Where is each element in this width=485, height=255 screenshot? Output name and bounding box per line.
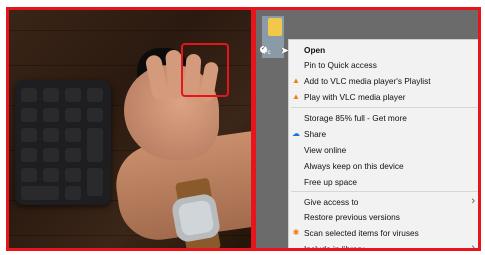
- context-menu-item-label: Storage 85% full - Get more: [304, 113, 407, 123]
- context-menu-item-view-online[interactable]: View online: [289, 143, 478, 158]
- context-menu-item-share[interactable]: ☁ Share: [289, 127, 478, 142]
- numeric-keypad: [15, 80, 111, 205]
- photo-panel-frame: [6, 7, 254, 251]
- folder-icon[interactable]: [268, 18, 282, 36]
- mouse-button-highlight: [181, 43, 229, 97]
- context-menu: Open Pin to Quick access ▲ Add to VLC media…: [288, 39, 478, 251]
- context-menu-item-include-in-library[interactable]: Include in library ›: [289, 242, 478, 251]
- context-menu-item-label: View online: [304, 145, 347, 155]
- context-menu-item-label: Scan selected items for viruses: [304, 228, 419, 238]
- context-menu-item-give-access-to[interactable]: Give access to ›: [289, 195, 478, 210]
- chevron-right-icon: ›: [471, 195, 475, 207]
- context-menu-item-label: Play with VLC media player: [304, 92, 406, 102]
- onedrive-cloud-icon: ☁: [292, 129, 300, 138]
- context-menu-item-scan-selected-items-for-viruses[interactable]: ✱ Scan selected items for viruses: [289, 226, 478, 241]
- smartwatch: [170, 192, 222, 244]
- context-menu-item-label: Give access to: [304, 197, 359, 207]
- chevron-right-icon: ›: [471, 242, 475, 251]
- context-menu-item-pin-to-quick-access[interactable]: Pin to Quick access: [289, 58, 478, 73]
- context-menu-item-label: Pin to Quick access: [304, 60, 377, 70]
- context-menu-item-free-up-space[interactable]: Free up space: [289, 175, 478, 190]
- context-menu-item-label: Restore previous versions: [304, 212, 400, 222]
- context-menu-item-restore-previous-versions[interactable]: Restore previous versions: [289, 210, 478, 225]
- context-menu-item-open[interactable]: Open: [289, 43, 478, 58]
- scan-virus-icon: ✱: [292, 228, 300, 237]
- context-menu-item-label: Add to VLC media player's Playlist: [304, 76, 431, 86]
- context-menu-item-play-with-vlc-media-player[interactable]: ▲ Play with VLC media player: [289, 90, 478, 105]
- context-menu-item-always-keep-on-this-device[interactable]: Always keep on this device: [289, 159, 478, 174]
- vlc-cone-icon: ▲: [292, 92, 300, 101]
- context-menu-item-storage-85-full-get-more[interactable]: Storage 85% full - Get more: [289, 111, 478, 126]
- context-menu-item-label: Free up space: [304, 177, 358, 187]
- menu-separator: [291, 191, 478, 192]
- sync-check-icon: ✓: [260, 46, 267, 53]
- screenshot-panel-frame: Fc ✓ ➤ Open Pin to Quick access ▲ Add to VL…: [253, 7, 481, 251]
- context-menu-item-add-to-vlc-media-player-s-playlist[interactable]: ▲ Add to VLC media player's Playlist: [289, 74, 478, 89]
- context-menu-item-label: Always keep on this device: [304, 161, 404, 171]
- vlc-cone-icon: ▲: [292, 76, 300, 85]
- context-menu-item-label: Include in library: [304, 244, 365, 251]
- context-menu-item-label: Open: [304, 45, 326, 55]
- menu-separator: [291, 107, 478, 108]
- context-menu-item-label: Share: [304, 129, 327, 139]
